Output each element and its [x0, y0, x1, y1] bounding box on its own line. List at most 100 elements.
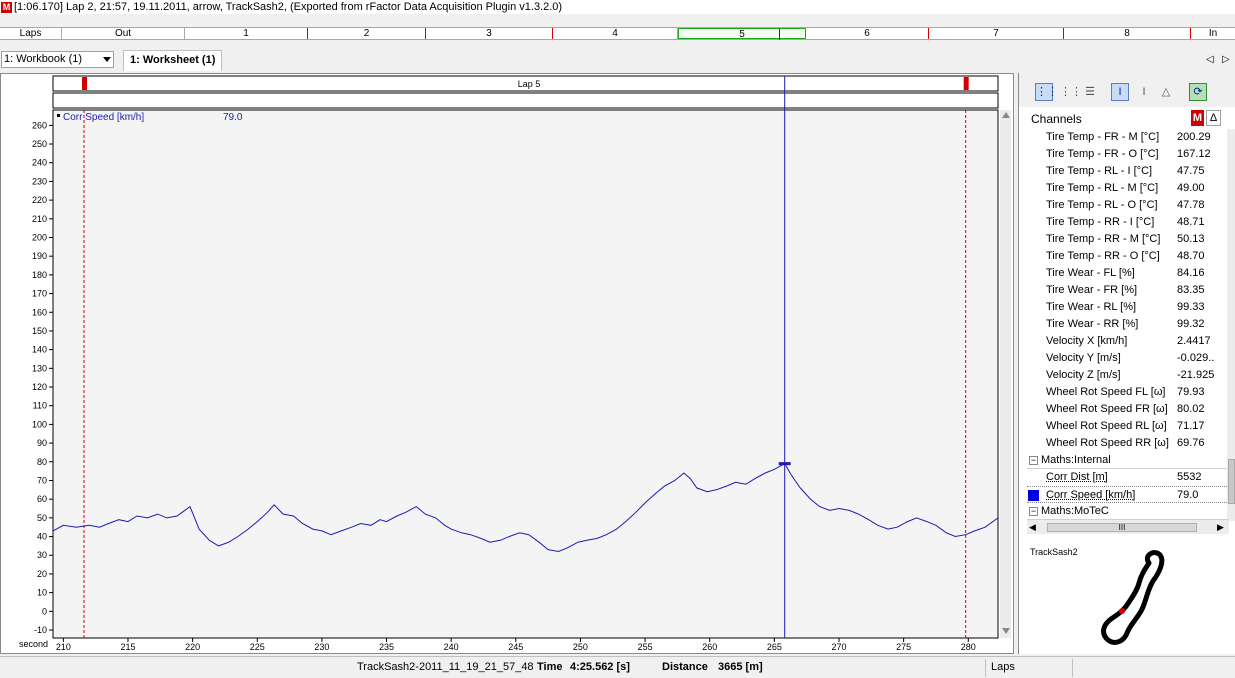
channel-name: Tire Wear - RL [%]: [1046, 301, 1137, 313]
graph-vscroll[interactable]: [1000, 110, 1011, 638]
channel-row[interactable]: Tire Wear - FR [%] 83.35: [1027, 282, 1229, 299]
channel-row[interactable]: Tire Temp - RR - M [°C] 50.13: [1027, 231, 1229, 248]
x-tick-label: 225: [250, 642, 265, 652]
channel-list[interactable]: Tire Temp - FR - M [°C] 200.29 Tire Temp …: [1027, 129, 1229, 521]
scroll-right-icon[interactable]: ▶: [1217, 522, 1224, 533]
lap-5-label: 5: [739, 29, 745, 40]
x-tick-label: 220: [185, 642, 200, 652]
speed-chart[interactable]: Lap 5 -10 0 10 20 30 40 50 60 70 80 90 100 110 120 130…: [1, 74, 1013, 653]
graph-panel[interactable]: Lap 5 -10 0 10 20 30 40 50 60 70 80 90 100 110 120 130…: [0, 73, 1014, 654]
status-time-label: Time: [537, 661, 563, 673]
expand-icon[interactable]: ⋮⋮: [1059, 83, 1082, 101]
lap-4[interactable]: 4: [553, 28, 678, 39]
channel-row[interactable]: Velocity Z [m/s] -21.925: [1027, 367, 1229, 384]
channel-row[interactable]: Wheel Rot Speed RR [ω] 69.76: [1027, 435, 1229, 452]
x-tick-label: 250: [573, 642, 588, 652]
channel-value: 47.75: [1177, 165, 1205, 177]
delta-button[interactable]: Δ: [1206, 110, 1221, 126]
channel-row[interactable]: Tire Temp - RL - I [°C] 47.75: [1027, 163, 1229, 180]
channel-row-selected[interactable]: Corr Speed [km/h] 79.0: [1027, 486, 1229, 503]
channel-value: -21.925: [1177, 369, 1215, 381]
channel-list-hscroll[interactable]: ◀ III ▶: [1027, 519, 1229, 534]
channel-value: 5532: [1177, 471, 1202, 483]
refresh-icon[interactable]: ⟳: [1189, 83, 1207, 101]
channel-row[interactable]: Tire Temp - FR - O [°C] 167.12: [1027, 146, 1229, 163]
lap-7-label: 7: [993, 28, 999, 39]
legend-channel-value: 79.0: [223, 112, 243, 123]
toolbar: 1: Workbook (1) 1: Worksheet (1) ◁ ▷: [0, 50, 1235, 71]
plot-area[interactable]: [52, 109, 999, 639]
channel-value: 84.16: [1177, 267, 1205, 279]
channel-value: 50.13: [1177, 233, 1205, 245]
workbook-select[interactable]: 1: Workbook (1): [1, 51, 114, 68]
legend-channel-name: Corr Speed [km/h]: [63, 112, 144, 123]
channel-list-vscroll[interactable]: [1227, 129, 1235, 521]
car-position-marker: [1119, 608, 1125, 614]
lap-in-label: In: [1208, 28, 1218, 39]
channel-value: 2.4417: [1177, 335, 1211, 347]
range-mode-icon[interactable]: I: [1135, 83, 1153, 101]
y-tick-label: 250: [32, 139, 47, 149]
lap-in[interactable]: In: [1191, 28, 1235, 39]
channel-row[interactable]: Tire Wear - RR [%] 99.32: [1027, 316, 1229, 333]
channel-name: Velocity X [km/h]: [1046, 335, 1128, 347]
marker-strip: [52, 92, 999, 109]
x-tick-label: 255: [638, 642, 653, 652]
list-view-icon[interactable]: ☰: [1081, 83, 1099, 101]
channel-row[interactable]: Wheel Rot Speed RL [ω] 71.17: [1027, 418, 1229, 435]
lap-8[interactable]: 8: [1064, 28, 1191, 39]
status-laps: Laps: [991, 661, 1015, 673]
tab-worksheet[interactable]: 1: Worksheet (1): [123, 50, 223, 71]
channel-row[interactable]: Wheel Rot Speed FR [ω] 80.02: [1027, 401, 1229, 418]
channel-row[interactable]: Tire Wear - RL [%] 99.33: [1027, 299, 1229, 316]
lap-label: Lap 5: [518, 79, 541, 89]
channel-name: Tire Temp - RR - O [°C]: [1046, 250, 1160, 262]
lap-5[interactable]: 5: [678, 28, 806, 40]
cursor-mode-icon[interactable]: I: [1111, 83, 1129, 101]
scroll-right-icon[interactable]: ▷: [1222, 54, 1230, 65]
tree-view-icon[interactable]: ⋮⋮: [1035, 83, 1058, 101]
channel-row[interactable]: Tire Wear - FL [%] 84.16: [1027, 265, 1229, 282]
y-tick-label: 10: [37, 588, 47, 598]
status-time-value: 4:25.562 [s]: [570, 661, 630, 673]
scroll-thumb[interactable]: III: [1047, 523, 1197, 532]
y-tick-label: 120: [32, 382, 47, 392]
channel-name: Velocity Z [m/s]: [1046, 369, 1121, 381]
collapse-icon[interactable]: −: [1029, 507, 1038, 516]
lap-out[interactable]: Out: [62, 28, 185, 39]
m-button[interactable]: M: [1191, 110, 1204, 126]
channel-row[interactable]: Tire Temp - FR - M [°C] 200.29: [1027, 129, 1229, 146]
channel-row[interactable]: Velocity Y [m/s] -0.029..: [1027, 350, 1229, 367]
status-file-name: TrackSash2-2011_11_19_21_57_48: [357, 661, 534, 673]
lap-7[interactable]: 7: [929, 28, 1064, 39]
collapse-icon[interactable]: −: [1029, 456, 1038, 465]
lap-1[interactable]: 1: [185, 28, 308, 39]
channel-row[interactable]: Corr Dist [m] 5532: [1027, 469, 1229, 486]
channel-row[interactable]: Tire Temp - RL - M [°C] 49.00: [1027, 180, 1229, 197]
channel-row[interactable]: Tire Temp - RR - O [°C] 48.70: [1027, 248, 1229, 265]
warning-icon[interactable]: △: [1157, 83, 1175, 101]
laps-label: Laps: [0, 28, 62, 39]
scroll-left-icon[interactable]: ◁: [1206, 54, 1214, 65]
channel-name: Wheel Rot Speed RR [ω]: [1046, 437, 1169, 449]
channel-value: 71.17: [1177, 420, 1205, 432]
scroll-left-icon[interactable]: ◀: [1029, 522, 1036, 533]
scroll-thumb[interactable]: [1228, 459, 1235, 504]
channel-row[interactable]: Tire Temp - RL - O [°C] 47.78: [1027, 197, 1229, 214]
lap-3[interactable]: 3: [426, 28, 553, 39]
workbook-select-value: 1: Workbook (1): [4, 53, 83, 65]
channel-row[interactable]: Wheel Rot Speed FL [ω] 79.93: [1027, 384, 1229, 401]
lap-marker-flag: [963, 77, 969, 90]
x-tick-label: 230: [314, 642, 329, 652]
title-bar: M [1:06.170] Lap 2, 21:57, 19.11.2011, a…: [0, 0, 1235, 14]
channel-row[interactable]: Tire Temp - RR - I [°C] 48.71: [1027, 214, 1229, 231]
track-map[interactable]: TrackSash2: [1023, 545, 1233, 653]
group-maths-motec[interactable]: − Maths:MoTeC: [1027, 503, 1229, 520]
lap-2[interactable]: 2: [308, 28, 426, 39]
channel-row[interactable]: Velocity X [km/h] 2.4417: [1027, 333, 1229, 350]
lap-6[interactable]: 6: [806, 28, 929, 39]
lap-3-label: 3: [486, 28, 492, 39]
y-tick-label: 210: [32, 214, 47, 224]
dropdown-arrow-icon: [103, 57, 111, 62]
group-maths-internal[interactable]: − Maths:Internal: [1027, 452, 1229, 469]
